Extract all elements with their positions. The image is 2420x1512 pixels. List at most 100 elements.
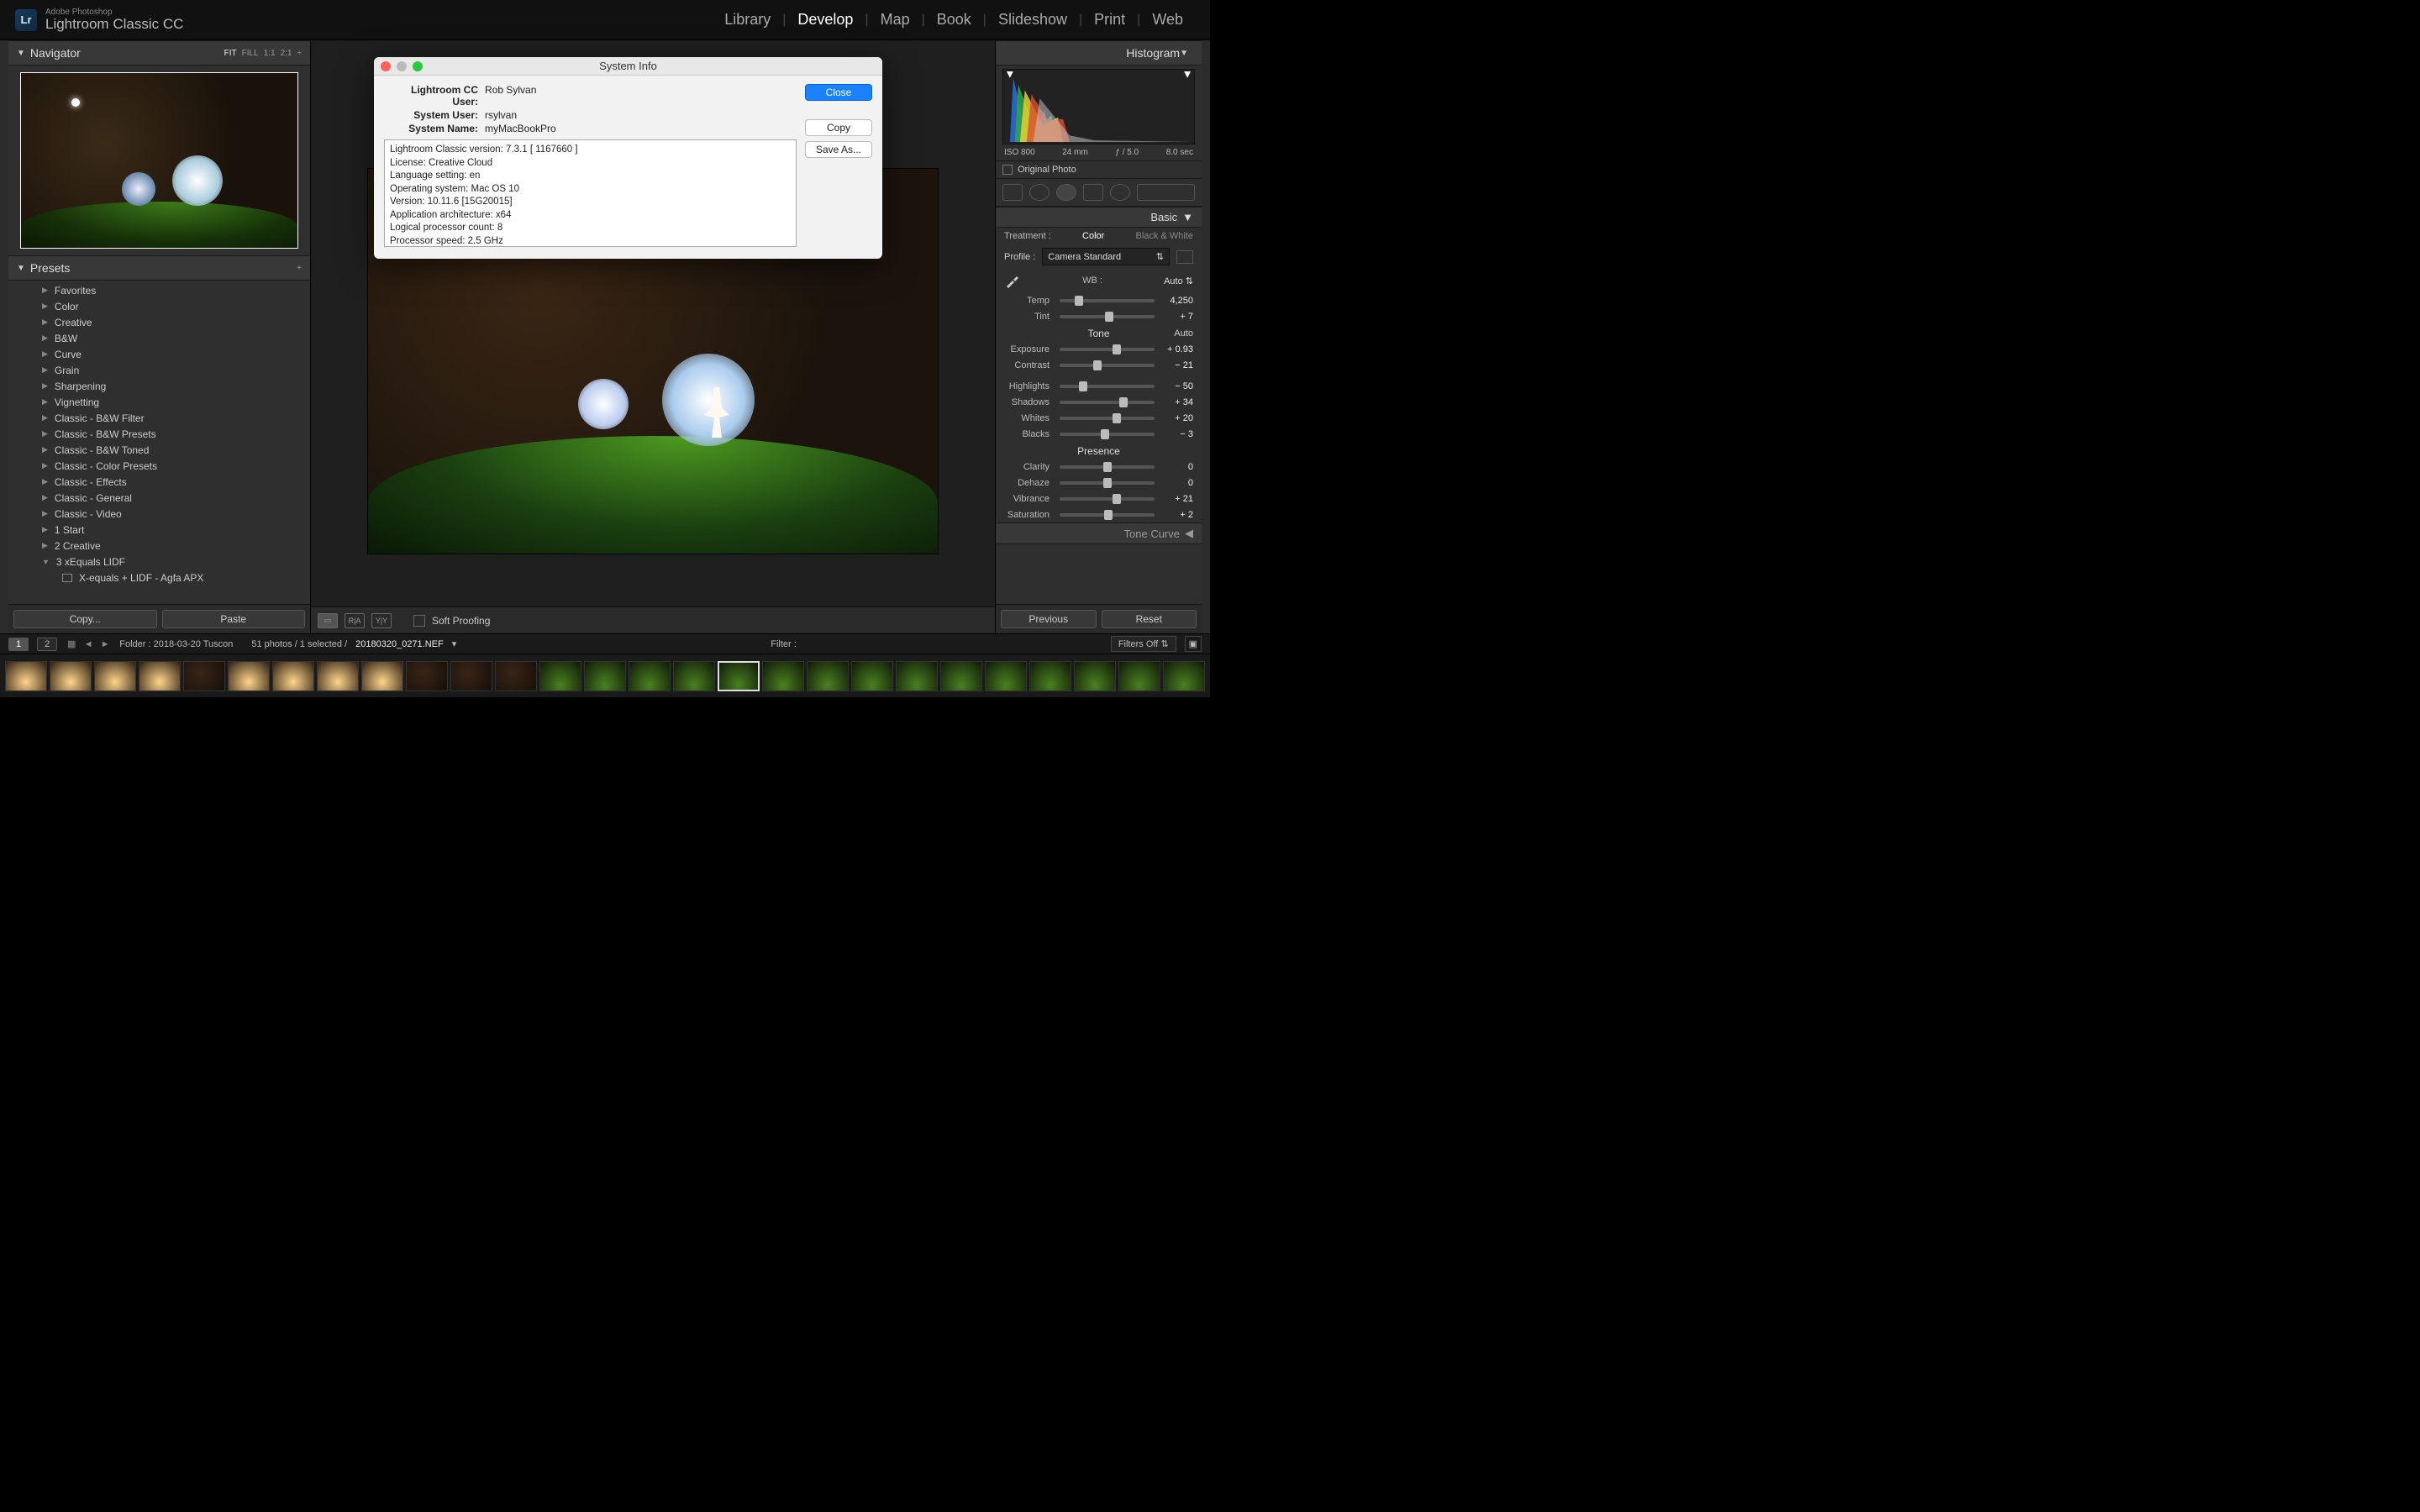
preset-folder[interactable]: ▶Classic - B&W Toned [8,442,310,458]
before-after-yy-icon[interactable]: Y|Y [371,613,392,628]
vibrance-slider[interactable]: Vibrance+ 21 [996,491,1202,507]
copy-settings-button[interactable]: Copy... [13,610,157,628]
whites-slider[interactable]: Whites+ 20 [996,410,1202,426]
filmstrip-thumb[interactable] [5,661,47,691]
filmstrip-thumb[interactable] [539,661,581,691]
filmstrip-thumb[interactable] [1074,661,1116,691]
filmstrip-thumb[interactable] [940,661,982,691]
preset-folder[interactable]: ▶Classic - Video [8,506,310,522]
next-photo-icon[interactable]: ► [99,638,111,650]
nav-zoom-menu[interactable]: ÷ [297,49,302,58]
system-info-text[interactable]: Lightroom Classic version: 7.3.1 [ 11676… [384,139,797,247]
filmstrip-thumb[interactable] [228,661,270,691]
tone-curve-header[interactable]: Tone Curve ◀ [996,522,1202,544]
filmstrip-thumb[interactable] [94,661,136,691]
contrast-slider[interactable]: Contrast− 21 [996,357,1202,373]
nav-2to1[interactable]: 2:1 [281,49,292,58]
loupe-view-icon[interactable]: ▭ [318,613,338,628]
preset-folder-expanded[interactable]: ▼3 xEquals LIDF [8,554,310,570]
preset-folder[interactable]: ▶Sharpening [8,378,310,394]
wb-value[interactable]: Auto ⇅ [1164,276,1193,286]
filmstrip-thumb[interactable] [50,661,92,691]
filmstrip-thumb[interactable] [1118,661,1160,691]
module-map[interactable]: Map [869,11,922,29]
auto-tone-button[interactable]: Auto [1174,328,1193,339]
blacks-slider[interactable]: Blacks− 3 [996,426,1202,442]
presets-header[interactable]: ▼ Presets + [8,255,310,281]
spot-tool-icon[interactable] [1029,184,1050,201]
preset-folder[interactable]: ▶Classic - B&W Filter [8,410,310,426]
filmstrip-thumb[interactable] [317,661,359,691]
grid-view-icon[interactable]: ▦ [66,638,77,650]
filter-select[interactable]: Filters Off ⇅ [1111,636,1176,652]
soft-proof-checkbox[interactable] [413,615,425,627]
module-develop[interactable]: Develop [786,11,865,29]
nav-fit[interactable]: FIT [224,49,237,58]
filmstrip-thumb[interactable] [272,661,314,691]
shadows-slider[interactable]: Shadows+ 34 [996,394,1202,410]
clarity-slider[interactable]: Clarity0 [996,459,1202,475]
tint-slider[interactable]: Tint+ 7 [996,308,1202,324]
filter-lock-icon[interactable]: ▣ [1185,636,1202,652]
filmstrip-thumb-selected[interactable] [718,661,760,691]
filmstrip-thumb[interactable] [450,661,492,691]
preset-item[interactable]: X-equals + LIDF - Agfa APX [8,570,310,585]
monitor-2-button[interactable]: 2 [37,638,57,651]
saturation-slider[interactable]: Saturation+ 2 [996,507,1202,522]
highlights-slider[interactable]: Highlights− 50 [996,378,1202,394]
temp-slider[interactable]: Temp4,250 [996,292,1202,308]
exposure-slider[interactable]: Exposure+ 0.93 [996,341,1202,357]
filmstrip[interactable] [0,654,1210,697]
current-filename[interactable]: 20180320_0271.NEF [355,639,444,649]
preset-folder[interactable]: ▶Classic - Effects [8,474,310,490]
module-book[interactable]: Book [925,11,983,29]
basic-panel-header[interactable]: Basic ▼ [996,207,1202,228]
filmstrip-thumb[interactable] [896,661,938,691]
preset-folder[interactable]: ▶Color [8,298,310,314]
redeye-tool-icon[interactable] [1056,184,1076,201]
filmstrip-thumb[interactable] [139,661,181,691]
preset-folder[interactable]: ▶2 Creative [8,538,310,554]
preset-folder[interactable]: ▶Vignetting [8,394,310,410]
preset-folder[interactable]: ▶Curve [8,346,310,362]
paste-settings-button[interactable]: Paste [162,610,306,628]
save-as-button[interactable]: Save As... [805,141,872,158]
preset-folder[interactable]: ▶Classic - Color Presets [8,458,310,474]
filmstrip-thumb[interactable] [762,661,804,691]
prev-photo-icon[interactable]: ◄ [82,638,94,650]
preset-folder[interactable]: ▶1 Start [8,522,310,538]
filmstrip-thumb[interactable] [985,661,1027,691]
filmstrip-thumb[interactable] [807,661,849,691]
previous-button[interactable]: Previous [1001,610,1097,628]
filmstrip-thumb[interactable] [629,661,671,691]
module-library[interactable]: Library [713,11,782,29]
reset-button[interactable]: Reset [1102,610,1197,628]
treatment-color[interactable]: Color [1082,231,1104,241]
dehaze-slider[interactable]: Dehaze0 [996,475,1202,491]
brush-tool-icon[interactable] [1137,184,1195,201]
nav-fill[interactable]: FILL [242,49,259,58]
navigator-preview[interactable] [20,72,298,249]
filmstrip-thumb[interactable] [406,661,448,691]
add-preset-icon[interactable]: + [297,264,302,273]
module-print[interactable]: Print [1082,11,1137,29]
histogram-graph[interactable] [1002,69,1195,144]
filename-menu-icon[interactable]: ▾ [452,638,457,649]
crop-tool-icon[interactable] [1002,184,1023,201]
preset-folder[interactable]: ▶Favorites [8,282,310,298]
filmstrip-thumb[interactable] [495,661,537,691]
dialog-titlebar[interactable]: System Info [374,57,882,76]
original-photo-toggle[interactable]: Original Photo [996,160,1202,179]
treatment-bw[interactable]: Black & White [1136,231,1193,241]
before-after-ra-icon[interactable]: R|A [345,613,365,628]
preset-folder[interactable]: ▶Classic - B&W Presets [8,426,310,442]
profile-browser-icon[interactable] [1176,250,1193,264]
filmstrip-thumb[interactable] [361,661,403,691]
filmstrip-thumb[interactable] [1029,661,1071,691]
preset-folder[interactable]: ▶Classic - General [8,490,310,506]
left-edge-collapse[interactable] [0,40,8,633]
radial-filter-icon[interactable] [1110,184,1130,201]
profile-select[interactable]: Camera Standard⇅ [1042,248,1170,265]
monitor-1-button[interactable]: 1 [8,638,29,651]
module-web[interactable]: Web [1140,11,1195,29]
